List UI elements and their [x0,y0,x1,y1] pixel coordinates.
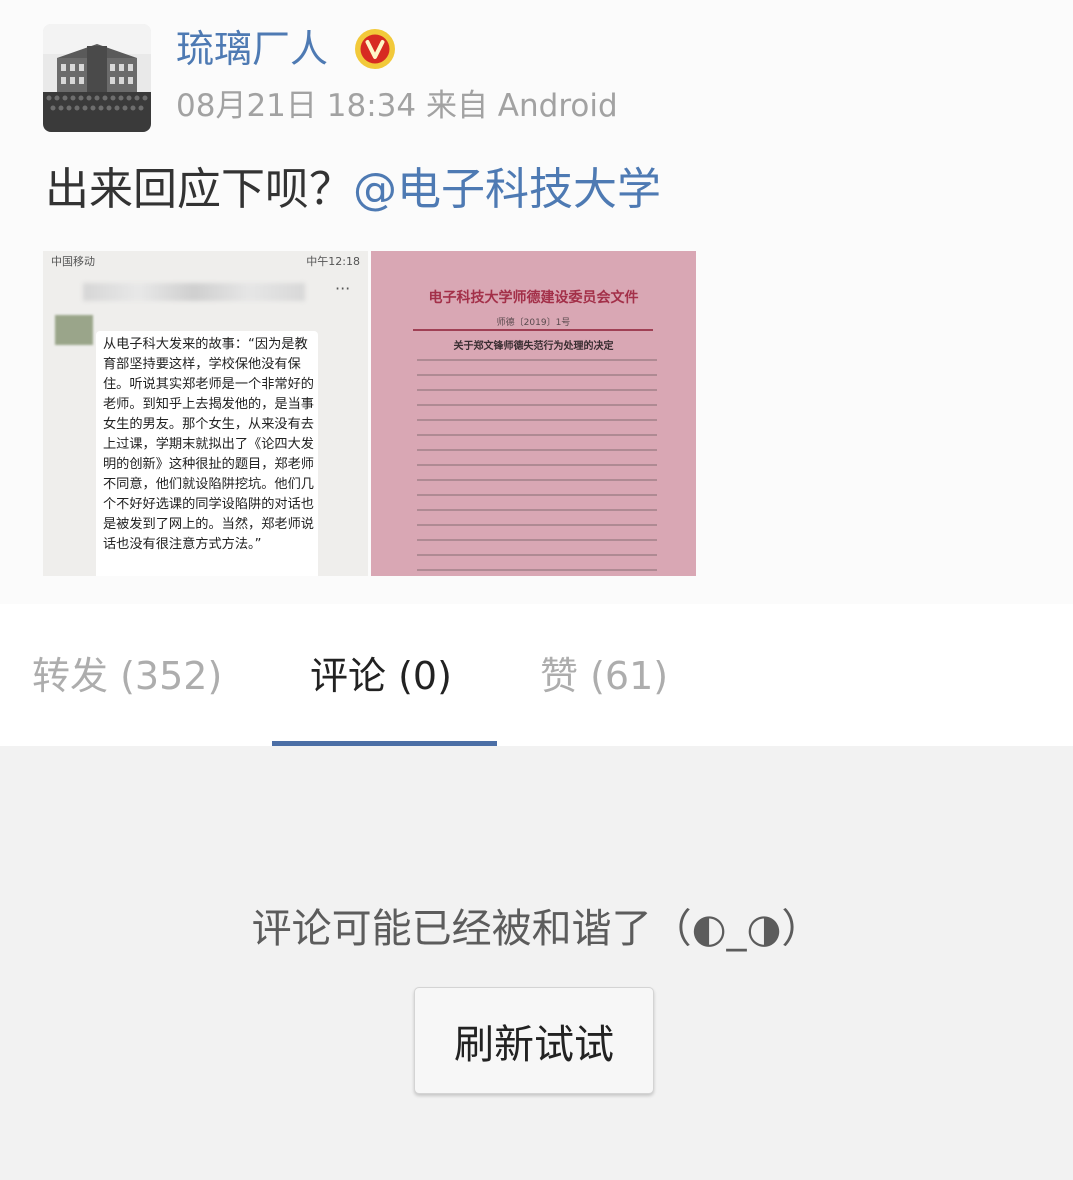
document-line [417,464,657,466]
tab-likes-label: 赞 [540,654,579,698]
tab-likes-count: (61) [590,654,669,698]
document-line [417,434,657,436]
post-image-screenshot[interactable]: 中国移动 中午12:18 ··· 从电子科大发来的故事：“因为是教育部坚持要这样… [43,251,368,576]
document-body-lines [417,359,657,576]
post-body: 出来回应下呗？ [45,164,353,215]
document-line [417,449,657,451]
document-line [417,524,657,526]
post-text: 出来回应下呗？@电子科技大学 [45,160,661,220]
mention-link[interactable]: @电子科技大学 [353,164,661,215]
tab-reposts-label: 转发 [32,654,109,698]
document-subtitle: 关于郑文锋师德失范行为处理的决定 [453,341,614,352]
active-tab-indicator [272,741,497,746]
document-number: 师德〔2019〕1号 [496,318,571,328]
image-carrier: 中国移动 [51,255,95,268]
document-line [417,479,657,481]
more-icon: ··· [335,279,351,298]
weibo-post: 琉璃厂人 08月21日 18:34 来自 Android 出来回应下呗？@电子科… [0,0,1073,604]
post-source: 来自 Android [425,88,618,124]
tab-reposts[interactable]: 转发 (352) [32,648,222,704]
blurred-title [83,283,305,301]
tab-comments-label: 评论 [310,654,387,698]
document-line [417,509,657,511]
document-title: 电子科技大学师德建设委员会文件 [428,290,639,306]
document-line [417,389,657,391]
image-clock: 中午12:18 [306,255,360,268]
document-line [417,539,657,541]
post-meta: 08月21日 18:34 来自 Android [176,84,618,128]
verified-v-icon [355,29,395,69]
tab-likes[interactable]: 赞 (61) [540,648,668,704]
document-rule [413,329,653,331]
user-name[interactable]: 琉璃厂人 [176,22,328,76]
document-line [417,419,657,421]
tab-comments-count: (0) [398,654,452,698]
post-timestamp: 08月21日 18:34 [176,88,417,124]
interaction-tabs: 转发 (352) 评论 (0) 赞 (61) [0,604,1073,746]
document-line [417,404,657,406]
image-statusbar: 中国移动 中午12:18 [43,251,368,273]
document-line [417,569,657,571]
avatar-photo [43,24,151,132]
refresh-button[interactable]: 刷新试试 [414,987,654,1094]
post-image-document[interactable]: 电子科技大学师德建设委员会文件 师德〔2019〕1号 关于郑文锋师德失范行为处理… [371,251,696,576]
empty-comments-message: 评论可能已经被和谐了（◐_◑） [251,906,822,952]
document-line [417,554,657,556]
chat-bubble: 从电子科大发来的故事：“因为是教育部坚持要这样，学校保他没有保住。听说其实郑老师… [96,331,318,576]
tab-reposts-count: (352) [120,654,223,698]
document-line [417,374,657,376]
tab-comments[interactable]: 评论 (0) [310,648,452,704]
document-line [417,359,657,361]
user-avatar[interactable] [43,24,151,132]
document-line [417,494,657,496]
blurred-avatar [55,315,93,345]
